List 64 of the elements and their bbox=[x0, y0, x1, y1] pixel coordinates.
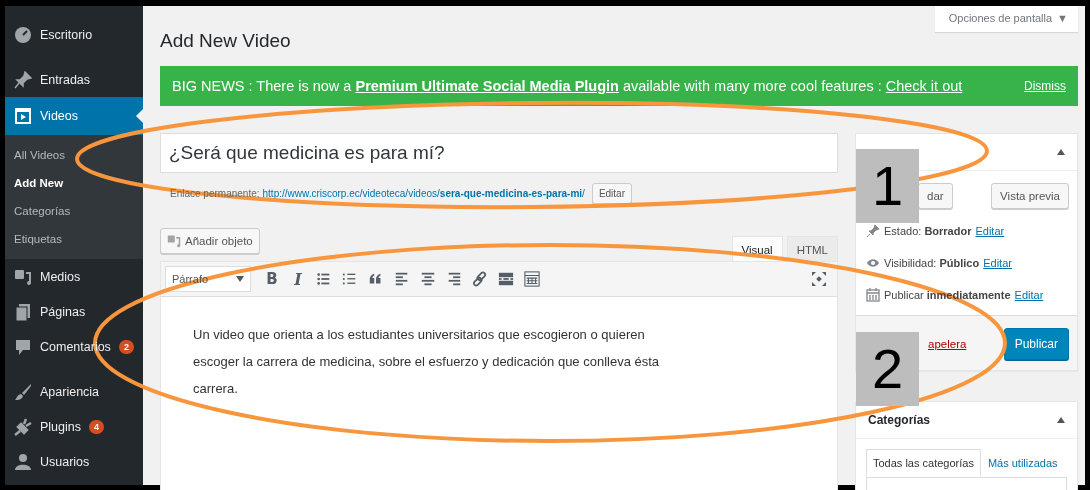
plug-icon bbox=[14, 417, 32, 436]
align-right-icon bbox=[446, 271, 462, 287]
notice-text: BIG NEWS : There is now a Premium Ultimate Social Media Plugin available with many more cool features : Check it out bbox=[172, 78, 963, 94]
panel-title: Categorías bbox=[868, 413, 931, 427]
read-more-icon bbox=[498, 271, 514, 287]
submenu-item[interactable]: Etiquetas bbox=[5, 225, 143, 253]
publish-button[interactable]: Publicar bbox=[1003, 328, 1069, 360]
editor-tab[interactable]: HTML bbox=[786, 236, 838, 261]
video-icon bbox=[14, 107, 32, 125]
submenu-item[interactable]: Add New bbox=[5, 169, 143, 197]
title-field[interactable]: ¿Será que medicina es para mí? bbox=[160, 133, 838, 173]
collapse-icon[interactable] bbox=[1057, 417, 1065, 423]
video-description: Un video que orienta a los estudiantes universitarios que escogieron o quieren escoger la carrera de medicina, sobre el esfuerzo y dedicación que conlleva ésta carrera. bbox=[192, 326, 661, 398]
pin-icon bbox=[14, 70, 32, 89]
sidebar-item[interactable]: Usuarios bbox=[5, 444, 143, 479]
page-title: Add New Video bbox=[160, 30, 291, 52]
align-left-icon bbox=[394, 271, 410, 287]
bold-button[interactable]: B bbox=[261, 267, 283, 291]
category-tab[interactable]: Todas las categorías bbox=[866, 449, 981, 477]
submenu-item[interactable]: Categorías bbox=[5, 197, 143, 225]
edit-link[interactable]: Editar bbox=[975, 225, 1005, 237]
count-badge: 4 bbox=[89, 419, 104, 434]
toolbar-toggle-icon bbox=[524, 271, 540, 287]
sidebar-item[interactable]: Apariencia bbox=[5, 374, 143, 409]
gauge-icon bbox=[14, 25, 32, 44]
count-badge: 2 bbox=[118, 339, 134, 354]
collapse-icon[interactable] bbox=[1057, 149, 1065, 155]
save-draft-button[interactable]: dar bbox=[918, 183, 953, 209]
brush-icon bbox=[14, 382, 32, 401]
numbered-list-icon bbox=[342, 271, 358, 287]
permalink-link[interactable]: http://www.criscorp.ec/videoteca/videos/sera-que-medicina-es-para-mi/ bbox=[262, 188, 585, 199]
comment-icon bbox=[14, 337, 32, 356]
submenu-item[interactable]: All Videos bbox=[5, 141, 143, 169]
status-text: Estado: Borrador bbox=[884, 225, 972, 237]
annotation-number: 1 bbox=[856, 149, 919, 223]
add-media-button[interactable]: Añadir objeto bbox=[160, 228, 260, 254]
sidebar-item[interactable]: Videos bbox=[5, 97, 143, 135]
caret-icon bbox=[236, 276, 244, 282]
sidebar-item[interactable]: Entradas bbox=[5, 62, 143, 97]
sidebar-item[interactable]: Escritorio bbox=[5, 17, 143, 52]
sidebar-item[interactable]: Plugins 4 bbox=[5, 409, 143, 444]
bullet-list-icon bbox=[316, 271, 332, 287]
edit-link[interactable]: Editar bbox=[983, 257, 1012, 269]
align-center-icon bbox=[420, 271, 436, 287]
annotation-number: 2 bbox=[856, 332, 919, 406]
pin-icon bbox=[866, 224, 880, 238]
category-tab[interactable]: Más utilizadas bbox=[980, 449, 1065, 477]
media-icon bbox=[167, 234, 181, 248]
pages-icon bbox=[14, 302, 32, 321]
edit-button[interactable]: Editar bbox=[591, 183, 632, 204]
link-icon bbox=[472, 271, 488, 287]
fullscreen-icon[interactable] bbox=[811, 271, 827, 287]
edit-link[interactable]: Editar bbox=[1014, 289, 1044, 301]
calendar-icon bbox=[866, 288, 880, 302]
eye-icon bbox=[866, 256, 880, 270]
media-icon bbox=[14, 267, 32, 286]
trash-link[interactable]: apelera bbox=[928, 338, 967, 350]
sidebar-item[interactable]: Páginas bbox=[5, 294, 143, 329]
status-text: Visibilidad: Público bbox=[884, 257, 980, 269]
italic-button[interactable]: I bbox=[287, 267, 309, 291]
preview-button[interactable]: Vista previa bbox=[991, 183, 1069, 209]
sidebar-item[interactable]: Medios bbox=[5, 259, 143, 294]
user-icon bbox=[14, 452, 32, 471]
screen-options-button[interactable]: Opciones de pantalla ▼ bbox=[934, 6, 1078, 32]
